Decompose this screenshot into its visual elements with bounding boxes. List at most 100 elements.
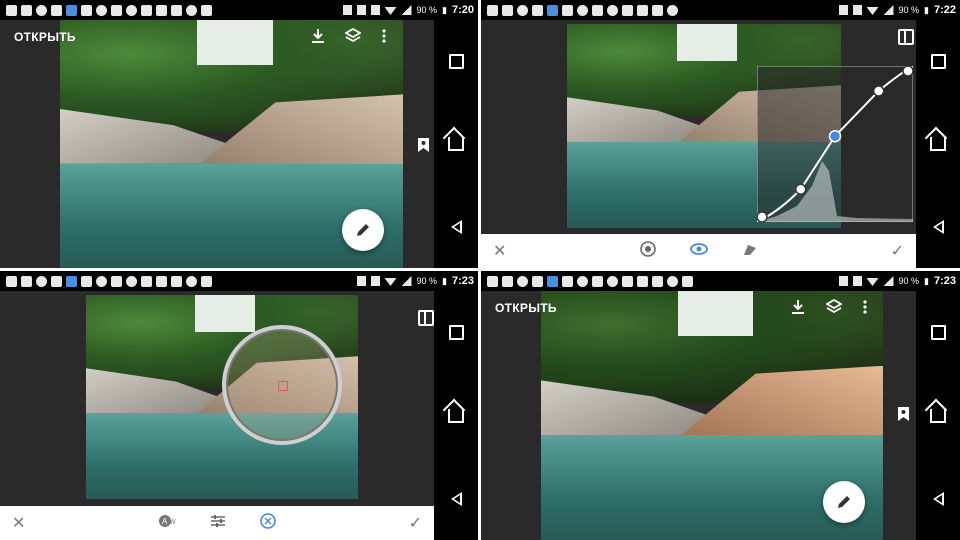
compare-icon[interactable]: [417, 309, 435, 327]
recents-button[interactable]: [448, 325, 464, 341]
android-nav-bar: [434, 291, 478, 540]
layers-icon[interactable]: [824, 297, 844, 317]
vibrate-icon: [852, 276, 862, 286]
at-icon: [126, 4, 137, 16]
signal-icon: [883, 5, 894, 15]
mail-icon: [487, 4, 498, 16]
status-bar: 90 % ▮ 7:22: [481, 0, 960, 20]
recents-button[interactable]: [448, 54, 464, 70]
image-icon: [592, 4, 603, 16]
at-icon: [607, 4, 618, 16]
open-button[interactable]: ОТКРЫТЬ: [14, 30, 76, 44]
bluetooth-icon: [356, 276, 366, 286]
brush-icon[interactable]: [742, 241, 758, 262]
image-icon: [592, 275, 603, 287]
recents-button[interactable]: [930, 325, 946, 341]
search-icon: [577, 4, 588, 16]
back-button[interactable]: [932, 491, 944, 506]
sliders-icon[interactable]: [210, 514, 226, 533]
bookmark-star-icon[interactable]: [895, 405, 911, 423]
home-button[interactable]: [930, 408, 946, 423]
curve-control-point[interactable]: [794, 183, 807, 195]
briefcase-icon: [201, 275, 212, 287]
app-icon: [36, 275, 47, 287]
vibrate-icon: [370, 276, 380, 286]
notification-icon: [81, 275, 92, 287]
palette-icon[interactable]: [639, 240, 656, 262]
photo-app-icon: [547, 275, 558, 287]
open-button[interactable]: ОТКРЫТЬ: [495, 301, 557, 315]
cancel-icon[interactable]: ✕: [493, 241, 506, 261]
status-bar: 90 % ▮ 7:23: [0, 271, 478, 291]
home-button[interactable]: [448, 408, 464, 423]
apply-check-icon[interactable]: ✓: [409, 513, 422, 533]
editor-view-main: 90 % ▮ 7:20 ОТКРЫТЬ: [0, 0, 478, 268]
search-icon: [577, 275, 588, 287]
auto-wb-icon[interactable]: AW: [158, 514, 176, 533]
svg-text:A: A: [162, 517, 168, 526]
curve-control-point[interactable]: [872, 85, 885, 97]
wifi-icon: [384, 278, 397, 286]
edit-fab-button[interactable]: [823, 481, 865, 523]
download-icon[interactable]: [308, 26, 328, 46]
app-icon: [186, 4, 197, 16]
curves-graph[interactable]: [757, 66, 913, 222]
bluetooth-icon: [356, 5, 366, 15]
target-icon[interactable]: [260, 512, 276, 534]
layers-icon[interactable]: [343, 26, 363, 46]
recents-button[interactable]: [930, 54, 946, 70]
warning-icon: [171, 275, 182, 287]
pencil-icon: [357, 224, 369, 236]
app-icon: [186, 275, 197, 287]
battery-icon: ▮: [442, 4, 447, 15]
at-icon: [126, 275, 137, 287]
image-icon: [111, 275, 122, 287]
app-icon: [517, 275, 528, 287]
phone-icon: [156, 4, 167, 16]
bookmark-star-icon[interactable]: [415, 136, 431, 154]
notification-icon: [81, 4, 92, 16]
phone-icon: [637, 275, 648, 287]
signal-icon: [401, 5, 412, 15]
notification-icon: [51, 4, 62, 16]
battery-percent: 90 %: [416, 276, 438, 286]
video-icon: [141, 4, 152, 16]
tool-bottom-bar: ✕ AW ✓: [0, 506, 434, 540]
mail-icon: [6, 275, 17, 287]
download-icon[interactable]: [788, 297, 808, 317]
editor-view-curves: 90 % ▮ 7:22 ✕ ✓: [481, 0, 960, 268]
cancel-icon[interactable]: ✕: [12, 513, 25, 533]
curve-control-point[interactable]: [757, 211, 768, 222]
photo-app-icon: [66, 4, 77, 16]
app-icon: [36, 4, 47, 16]
warning-icon: [652, 4, 663, 16]
tool-bottom-bar: ✕ ✓: [481, 234, 916, 268]
color-picker-loupe[interactable]: [222, 325, 342, 445]
battery-icon: ▮: [924, 4, 929, 15]
notification-icon: [532, 275, 543, 287]
compare-icon[interactable]: [897, 28, 915, 46]
home-button[interactable]: [448, 137, 464, 152]
photo-app-icon: [66, 275, 77, 287]
bluetooth-icon: [838, 5, 848, 15]
back-button[interactable]: [450, 491, 462, 506]
back-button[interactable]: [932, 219, 944, 234]
edit-fab-button[interactable]: [342, 209, 384, 251]
video-icon: [141, 275, 152, 287]
battery-icon: ▮: [442, 275, 447, 286]
warning-icon: [652, 275, 663, 287]
apply-check-icon[interactable]: ✓: [891, 241, 904, 261]
more-menu-icon[interactable]: [377, 26, 391, 46]
phone-icon: [637, 4, 648, 16]
curve-control-point[interactable]: [902, 66, 913, 77]
back-button[interactable]: [450, 219, 462, 234]
eye-icon[interactable]: [689, 242, 708, 261]
at-icon: [607, 275, 618, 287]
location-icon: [342, 5, 352, 15]
battery-icon: ▮: [924, 275, 929, 286]
clock: 7:23: [451, 275, 474, 287]
curve-control-point[interactable]: [828, 129, 842, 143]
more-menu-icon[interactable]: [858, 297, 872, 317]
warning-icon: [171, 4, 182, 16]
home-button[interactable]: [930, 137, 946, 152]
